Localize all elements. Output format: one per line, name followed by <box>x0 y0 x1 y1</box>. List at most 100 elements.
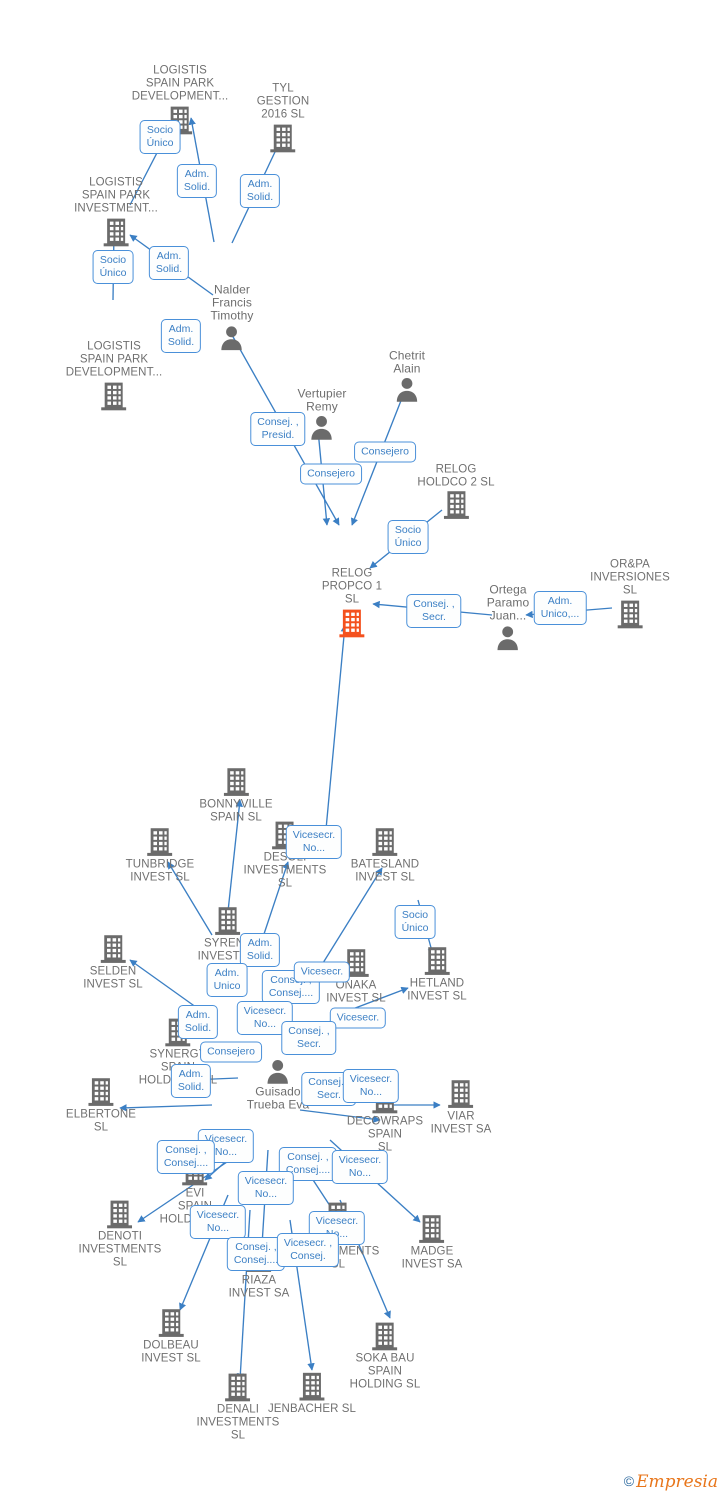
graph-node-n7[interactable]: Chetrit Alain <box>388 348 426 403</box>
graph-node-n10[interactable]: Ortega Paramo Juan... <box>486 582 530 651</box>
edge-role-label[interactable]: Adm. Solid. <box>170 1064 212 1098</box>
building-icon <box>350 1322 421 1352</box>
graph-node-n33[interactable]: SOKA BAU SPAIN HOLDING SL <box>350 1322 421 1393</box>
node-label: LOGISTIS SPAIN PARK DEVELOPMENT... <box>131 64 229 104</box>
edge-role-label[interactable]: Adm. Unico,... <box>533 591 587 625</box>
edge-role-label[interactable]: Socio Único <box>394 905 436 939</box>
person-icon <box>211 324 254 350</box>
building-icon <box>402 1214 463 1244</box>
node-label: JENBACHER SL <box>267 1402 357 1415</box>
node-label: SOKA BAU SPAIN HOLDING SL <box>349 1352 421 1392</box>
node-label: OR&PA INVERSIONES SL <box>590 558 670 598</box>
node-label: ELBERTONE SL <box>65 1108 137 1134</box>
edge-role-label[interactable]: Vicesecr. No... <box>189 1205 247 1239</box>
node-label: Vertupier Remy <box>297 386 347 414</box>
node-label: TYL GESTION 2016 SL <box>256 82 310 122</box>
edge-role-label[interactable]: Vicesecr. No... <box>331 1150 389 1184</box>
node-label: LOGISTIS SPAIN PARK DEVELOPMENT... <box>65 340 163 380</box>
building-icon <box>351 827 419 857</box>
node-label: ONAKA INVEST SL <box>326 979 386 1005</box>
edge-role-label[interactable]: Vicesecr. No... <box>342 1069 400 1103</box>
edge-n8-to-n9b <box>324 624 349 841</box>
edge-role-label[interactable]: Socio Único <box>92 250 134 284</box>
node-label: LOGISTIS SPAIN PARK INVESTMENT... <box>74 176 158 216</box>
graph-node-n2[interactable]: TYL GESTION 2016 SL <box>257 83 309 154</box>
node-label: DENOTI INVESTMENTS SL <box>78 1230 162 1270</box>
graph-node-n12[interactable]: BONNYVILLE SPAIN SL <box>199 767 273 824</box>
edge-role-label[interactable]: Vicesecr. No... <box>237 1171 295 1205</box>
building-icon <box>257 123 309 153</box>
building-icon <box>431 1079 492 1109</box>
edge-role-label[interactable]: Adm. Solid. <box>177 1005 219 1039</box>
graph-node-n11[interactable]: OR&PA INVERSIONES SL <box>590 559 670 630</box>
edge-role-label[interactable]: Adm. Unico <box>206 963 248 997</box>
node-label: MADGE INVEST SA <box>401 1245 463 1271</box>
edge-role-label[interactable]: Consej. , Consej.... <box>156 1140 216 1174</box>
edge-role-label[interactable]: Socio Único <box>139 120 181 154</box>
edge-role-label[interactable]: Vicesecr. <box>329 1007 387 1029</box>
graph-node-n9[interactable]: RELOG PROPCO 1 SL <box>322 568 382 639</box>
graph-node-n4[interactable]: LOGISTIS SPAIN PARK DEVELOPMENT... <box>66 341 163 412</box>
building-icon <box>74 217 158 247</box>
building-icon-highlighted <box>322 608 382 638</box>
brand-name: Empresia <box>636 1472 718 1492</box>
node-label: HETLAND INVEST SL <box>407 977 467 1003</box>
node-label: Ortega Paramo Juan... <box>486 582 530 624</box>
node-label: SELDEN INVEST SL <box>83 965 143 991</box>
graph-node-n29[interactable]: MADGE INVEST SA <box>402 1214 463 1271</box>
empresia-watermark: © Empresia <box>624 1472 718 1492</box>
person-icon <box>389 377 425 403</box>
person-icon <box>487 624 530 650</box>
edge-role-label[interactable]: Vicesecr. No... <box>285 825 343 859</box>
node-label: Nalder Francis Timothy <box>210 282 254 324</box>
edge-role-label[interactable]: Consej. , Presid. <box>250 412 306 446</box>
node-label: TUNBRIDGE INVEST SL <box>125 858 195 884</box>
edge-role-label[interactable]: Vicesecr. <box>293 961 351 983</box>
copyright-symbol: © <box>623 1473 635 1489</box>
graph-node-n21[interactable]: ELBERTONE SL <box>66 1077 136 1134</box>
graph-node-n19[interactable]: HETLAND INVEST SL <box>407 946 467 1003</box>
graph-node-n26[interactable]: DENOTI INVESTMENTS SL <box>79 1200 162 1271</box>
node-label: DOLBEAU INVEST SL <box>141 1339 201 1365</box>
building-icon <box>66 1077 136 1107</box>
building-icon <box>198 906 259 936</box>
edge-role-label[interactable]: Adm. Solid. <box>148 246 190 280</box>
edge-role-label[interactable]: Socio Único <box>387 520 429 554</box>
node-label: RELOG HOLDCO 2 SL <box>417 463 495 489</box>
building-icon <box>268 1372 356 1402</box>
graph-node-n17[interactable]: SELDEN INVEST SL <box>83 934 143 991</box>
corporate-structure-graph[interactable]: LOGISTIS SPAIN PARK DEVELOPMENT... TYL GE… <box>0 0 728 1500</box>
building-icon <box>126 827 195 857</box>
graph-node-n24[interactable]: VIAR INVEST SA <box>431 1079 492 1136</box>
edge-role-label[interactable]: Adm. Solid. <box>176 164 218 198</box>
edge-role-label[interactable]: Consej. , Secr. <box>281 1021 337 1055</box>
building-icon <box>407 946 467 976</box>
edge-role-label[interactable]: Consejero <box>200 1041 262 1063</box>
edge-role-label[interactable]: Vicesecr. , Consej. <box>276 1233 340 1267</box>
graph-node-n30[interactable]: DOLBEAU INVEST SL <box>141 1308 201 1365</box>
building-icon <box>66 381 163 411</box>
graph-node-n8[interactable]: RELOG HOLDCO 2 SL <box>417 463 494 520</box>
node-label: Chetrit Alain <box>388 348 426 376</box>
graph-node-n3[interactable]: LOGISTIS SPAIN PARK INVESTMENT... <box>74 177 158 248</box>
edge-role-label[interactable]: Consejero <box>300 463 362 485</box>
node-label: VIAR INVEST SA <box>430 1110 492 1136</box>
graph-node-n15[interactable]: BATESLAND INVEST SL <box>351 827 419 884</box>
edge-role-label[interactable]: Adm. Solid. <box>160 319 202 353</box>
building-icon <box>417 491 494 521</box>
graph-node-n13[interactable]: TUNBRIDGE INVEST SL <box>126 827 195 884</box>
edge-role-label[interactable]: Adm. Solid. <box>239 174 281 208</box>
graph-node-n22[interactable]: Guisado Trueba Eva <box>247 1058 310 1111</box>
building-icon <box>199 767 272 797</box>
node-label: RELOG PROPCO 1 SL <box>321 567 383 607</box>
node-label: RIAZA INVEST SA <box>228 1274 290 1300</box>
graph-node-n32[interactable]: JENBACHER SL <box>268 1372 356 1416</box>
edge-role-label[interactable]: Consejero <box>354 441 416 463</box>
node-label: Guisado Trueba Eva <box>246 1084 310 1112</box>
edge-role-label[interactable]: Adm. Solid. <box>239 933 281 967</box>
building-icon <box>83 934 143 964</box>
building-icon <box>590 599 670 629</box>
building-icon <box>79 1200 162 1230</box>
edge-role-label[interactable]: Consej. , Secr. <box>406 594 462 628</box>
graph-node-n5[interactable]: Nalder Francis Timothy <box>210 282 254 351</box>
